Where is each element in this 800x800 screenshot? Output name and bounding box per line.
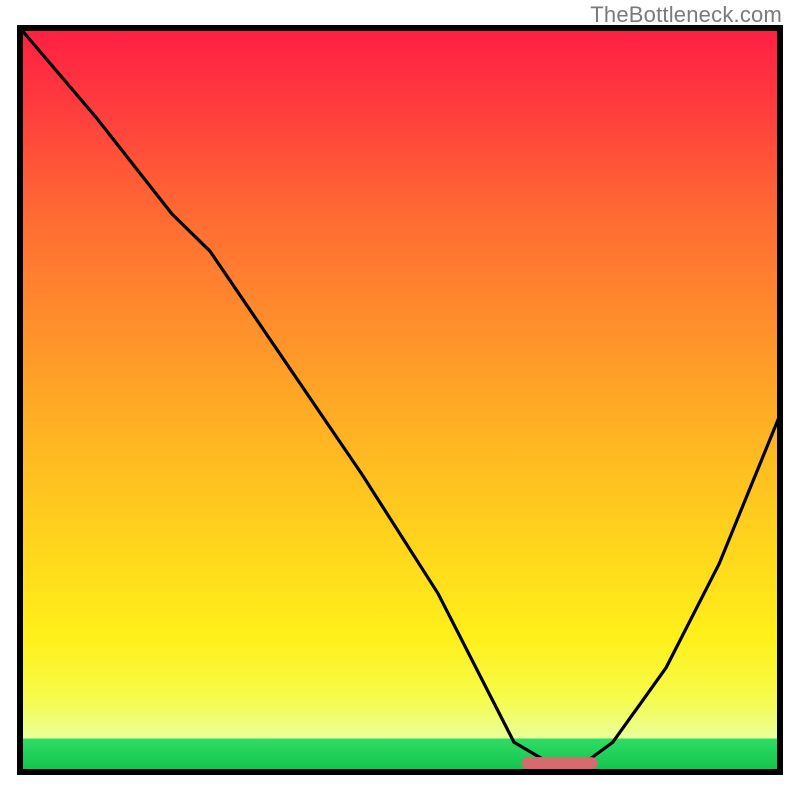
- watermark-text: TheBottleneck.com: [590, 2, 782, 28]
- chart-container: TheBottleneck.com: [0, 0, 800, 800]
- bottleneck-chart: [0, 0, 800, 800]
- plot-background: [20, 28, 780, 772]
- highlight-band: [522, 757, 598, 769]
